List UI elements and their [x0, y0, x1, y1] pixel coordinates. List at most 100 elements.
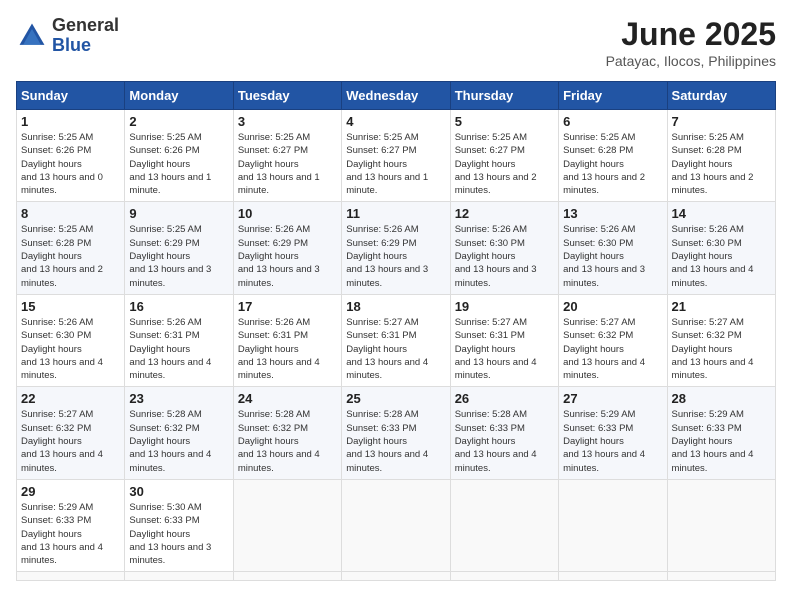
- day-info-26: Sunrise: 5:28 AM Sunset: 6:33 PM Dayligh…: [455, 408, 554, 474]
- logo-icon: [16, 20, 48, 52]
- day-info-11: Sunrise: 5:26 AM Sunset: 6:29 PM Dayligh…: [346, 223, 445, 289]
- day-number-28: 28: [672, 391, 771, 406]
- empty-cell: [667, 479, 775, 571]
- day-cell-29: 29 Sunrise: 5:29 AM Sunset: 6:33 PM Dayl…: [17, 479, 125, 571]
- empty-cell: [559, 479, 667, 571]
- day-info-9: Sunrise: 5:25 AM Sunset: 6:29 PM Dayligh…: [129, 223, 228, 289]
- day-info-29: Sunrise: 5:29 AM Sunset: 6:33 PM Dayligh…: [21, 501, 120, 567]
- day-number-25: 25: [346, 391, 445, 406]
- day-cell-21: 21 Sunrise: 5:27 AM Sunset: 6:32 PM Dayl…: [667, 294, 775, 386]
- day-number-22: 22: [21, 391, 120, 406]
- day-number-26: 26: [455, 391, 554, 406]
- day-cell-19: 19 Sunrise: 5:27 AM Sunset: 6:31 PM Dayl…: [450, 294, 558, 386]
- empty-cell: [125, 572, 233, 581]
- day-info-2: Sunrise: 5:25 AM Sunset: 6:26 PM Dayligh…: [129, 131, 228, 197]
- day-info-6: Sunrise: 5:25 AM Sunset: 6:28 PM Dayligh…: [563, 131, 662, 197]
- empty-cell: [667, 572, 775, 581]
- day-cell-26: 26 Sunrise: 5:28 AM Sunset: 6:33 PM Dayl…: [450, 387, 558, 479]
- day-number-20: 20: [563, 299, 662, 314]
- logo: General Blue: [16, 16, 119, 56]
- day-cell-12: 12 Sunrise: 5:26 AM Sunset: 6:30 PM Dayl…: [450, 202, 558, 294]
- day-info-21: Sunrise: 5:27 AM Sunset: 6:32 PM Dayligh…: [672, 316, 771, 382]
- day-cell-27: 27 Sunrise: 5:29 AM Sunset: 6:33 PM Dayl…: [559, 387, 667, 479]
- day-info-25: Sunrise: 5:28 AM Sunset: 6:33 PM Dayligh…: [346, 408, 445, 474]
- header-sunday: Sunday: [17, 82, 125, 110]
- day-cell-5: 5 Sunrise: 5:25 AM Sunset: 6:27 PM Dayli…: [450, 110, 558, 202]
- day-number-5: 5: [455, 114, 554, 129]
- day-cell-3: 3 Sunrise: 5:25 AM Sunset: 6:27 PM Dayli…: [233, 110, 341, 202]
- day-info-23: Sunrise: 5:28 AM Sunset: 6:32 PM Dayligh…: [129, 408, 228, 474]
- day-number-1: 1: [21, 114, 120, 129]
- page-header: General Blue June 2025 Patayac, Ilocos, …: [16, 16, 776, 69]
- day-cell-10: 10 Sunrise: 5:26 AM Sunset: 6:29 PM Dayl…: [233, 202, 341, 294]
- day-number-30: 30: [129, 484, 228, 499]
- day-cell-15: 15 Sunrise: 5:26 AM Sunset: 6:30 PM Dayl…: [17, 294, 125, 386]
- week-row-4: 22 Sunrise: 5:27 AM Sunset: 6:32 PM Dayl…: [17, 387, 776, 479]
- day-info-13: Sunrise: 5:26 AM Sunset: 6:30 PM Dayligh…: [563, 223, 662, 289]
- day-cell-23: 23 Sunrise: 5:28 AM Sunset: 6:32 PM Dayl…: [125, 387, 233, 479]
- empty-cell: [17, 572, 125, 581]
- day-cell-2: 2 Sunrise: 5:25 AM Sunset: 6:26 PM Dayli…: [125, 110, 233, 202]
- day-cell-11: 11 Sunrise: 5:26 AM Sunset: 6:29 PM Dayl…: [342, 202, 450, 294]
- day-info-5: Sunrise: 5:25 AM Sunset: 6:27 PM Dayligh…: [455, 131, 554, 197]
- week-row-6: [17, 572, 776, 581]
- day-cell-30: 30 Sunrise: 5:30 AM Sunset: 6:33 PM Dayl…: [125, 479, 233, 571]
- day-cell-9: 9 Sunrise: 5:25 AM Sunset: 6:29 PM Dayli…: [125, 202, 233, 294]
- day-info-20: Sunrise: 5:27 AM Sunset: 6:32 PM Dayligh…: [563, 316, 662, 382]
- day-cell-22: 22 Sunrise: 5:27 AM Sunset: 6:32 PM Dayl…: [17, 387, 125, 479]
- empty-cell: [342, 572, 450, 581]
- day-number-3: 3: [238, 114, 337, 129]
- week-row-1: 1 Sunrise: 5:25 AM Sunset: 6:26 PM Dayli…: [17, 110, 776, 202]
- day-info-1: Sunrise: 5:25 AM Sunset: 6:26 PM Dayligh…: [21, 131, 120, 197]
- day-cell-18: 18 Sunrise: 5:27 AM Sunset: 6:31 PM Dayl…: [342, 294, 450, 386]
- week-row-2: 8 Sunrise: 5:25 AM Sunset: 6:28 PM Dayli…: [17, 202, 776, 294]
- header-tuesday: Tuesday: [233, 82, 341, 110]
- day-info-18: Sunrise: 5:27 AM Sunset: 6:31 PM Dayligh…: [346, 316, 445, 382]
- day-cell-16: 16 Sunrise: 5:26 AM Sunset: 6:31 PM Dayl…: [125, 294, 233, 386]
- calendar-table: Sunday Monday Tuesday Wednesday Thursday…: [16, 81, 776, 581]
- day-cell-14: 14 Sunrise: 5:26 AM Sunset: 6:30 PM Dayl…: [667, 202, 775, 294]
- month-title: June 2025: [606, 16, 776, 53]
- day-cell-25: 25 Sunrise: 5:28 AM Sunset: 6:33 PM Dayl…: [342, 387, 450, 479]
- day-number-13: 13: [563, 206, 662, 221]
- header-thursday: Thursday: [450, 82, 558, 110]
- header-saturday: Saturday: [667, 82, 775, 110]
- day-number-2: 2: [129, 114, 228, 129]
- day-number-18: 18: [346, 299, 445, 314]
- day-number-14: 14: [672, 206, 771, 221]
- day-info-12: Sunrise: 5:26 AM Sunset: 6:30 PM Dayligh…: [455, 223, 554, 289]
- day-cell-1: 1 Sunrise: 5:25 AM Sunset: 6:26 PM Dayli…: [17, 110, 125, 202]
- day-cell-20: 20 Sunrise: 5:27 AM Sunset: 6:32 PM Dayl…: [559, 294, 667, 386]
- day-cell-17: 17 Sunrise: 5:26 AM Sunset: 6:31 PM Dayl…: [233, 294, 341, 386]
- day-number-8: 8: [21, 206, 120, 221]
- day-number-6: 6: [563, 114, 662, 129]
- day-info-17: Sunrise: 5:26 AM Sunset: 6:31 PM Dayligh…: [238, 316, 337, 382]
- day-number-4: 4: [346, 114, 445, 129]
- day-info-24: Sunrise: 5:28 AM Sunset: 6:32 PM Dayligh…: [238, 408, 337, 474]
- day-cell-4: 4 Sunrise: 5:25 AM Sunset: 6:27 PM Dayli…: [342, 110, 450, 202]
- day-number-23: 23: [129, 391, 228, 406]
- day-info-3: Sunrise: 5:25 AM Sunset: 6:27 PM Dayligh…: [238, 131, 337, 197]
- empty-cell: [342, 479, 450, 571]
- empty-cell: [450, 572, 558, 581]
- day-info-8: Sunrise: 5:25 AM Sunset: 6:28 PM Dayligh…: [21, 223, 120, 289]
- day-number-21: 21: [672, 299, 771, 314]
- day-info-28: Sunrise: 5:29 AM Sunset: 6:33 PM Dayligh…: [672, 408, 771, 474]
- header-wednesday: Wednesday: [342, 82, 450, 110]
- empty-cell: [233, 479, 341, 571]
- title-block: June 2025 Patayac, Ilocos, Philippines: [606, 16, 776, 69]
- day-cell-24: 24 Sunrise: 5:28 AM Sunset: 6:32 PM Dayl…: [233, 387, 341, 479]
- day-info-16: Sunrise: 5:26 AM Sunset: 6:31 PM Dayligh…: [129, 316, 228, 382]
- day-number-9: 9: [129, 206, 228, 221]
- day-info-4: Sunrise: 5:25 AM Sunset: 6:27 PM Dayligh…: [346, 131, 445, 197]
- day-number-16: 16: [129, 299, 228, 314]
- empty-cell: [233, 572, 341, 581]
- logo-blue: Blue: [52, 36, 119, 56]
- week-row-3: 15 Sunrise: 5:26 AM Sunset: 6:30 PM Dayl…: [17, 294, 776, 386]
- day-number-29: 29: [21, 484, 120, 499]
- day-info-10: Sunrise: 5:26 AM Sunset: 6:29 PM Dayligh…: [238, 223, 337, 289]
- day-cell-7: 7 Sunrise: 5:25 AM Sunset: 6:28 PM Dayli…: [667, 110, 775, 202]
- day-info-22: Sunrise: 5:27 AM Sunset: 6:32 PM Dayligh…: [21, 408, 120, 474]
- day-info-15: Sunrise: 5:26 AM Sunset: 6:30 PM Dayligh…: [21, 316, 120, 382]
- logo-text: General Blue: [52, 16, 119, 56]
